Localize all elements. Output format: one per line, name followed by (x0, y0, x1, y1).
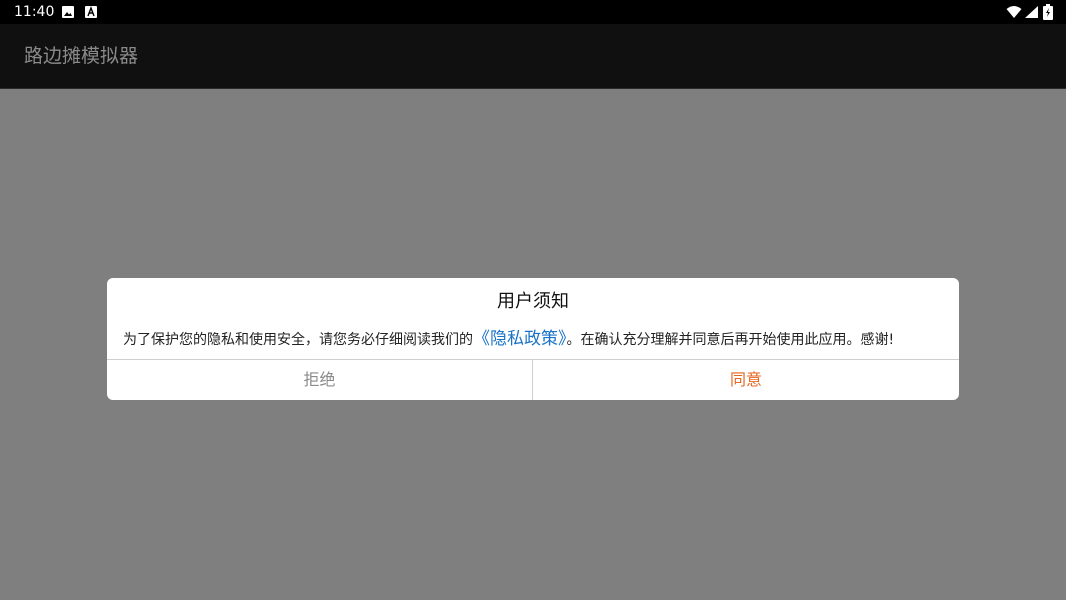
a-app-icon (85, 6, 97, 18)
message-text-before: 为了保护您的隐私和使用安全，请您务必仔细阅读我们的 (123, 332, 473, 348)
image-icon (62, 6, 74, 18)
dialog-message: 为了保护您的隐私和使用安全，请您务必仔细阅读我们的《隐私政策》。在确认充分理解并… (123, 328, 953, 351)
status-time: 11:40 (14, 4, 55, 20)
app-bar: 路边摊模拟器 (0, 24, 1066, 89)
user-notice-dialog: 用户须知 为了保护您的隐私和使用安全，请您务必仔细阅读我们的《隐私政策》。在确认… (107, 278, 959, 400)
privacy-policy-link[interactable]: 《隐私政策》 (473, 329, 567, 349)
status-bar: 11:40 (0, 0, 1066, 24)
signal-icon (1025, 6, 1038, 18)
message-text-after: 。在确认充分理解并同意后再开始使用此应用。感谢! (566, 332, 895, 348)
reject-button[interactable]: 拒绝 (107, 360, 532, 400)
agree-button[interactable]: 同意 (533, 360, 959, 400)
battery-icon (1043, 4, 1053, 20)
app-title: 路边摊模拟器 (24, 45, 139, 67)
dialog-title: 用户须知 (497, 291, 569, 312)
wifi-icon (1006, 6, 1022, 18)
